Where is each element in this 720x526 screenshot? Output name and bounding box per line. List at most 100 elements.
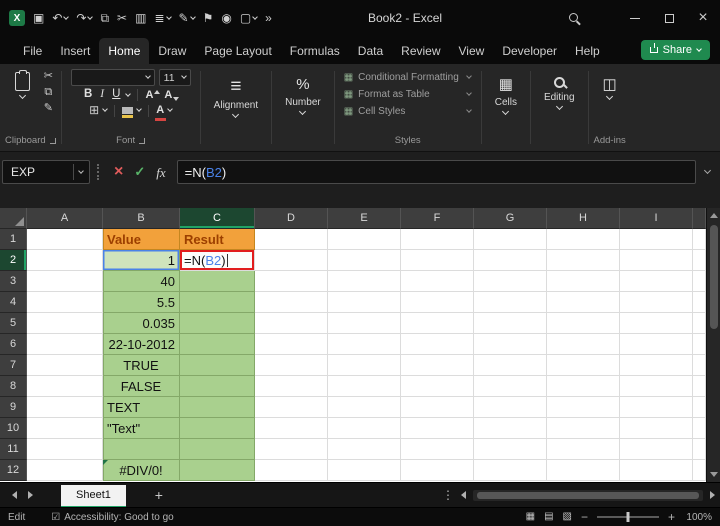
format-as-table-button[interactable]: Format as Table [340, 86, 476, 103]
cell-H5[interactable] [547, 313, 620, 334]
cell-J4[interactable] [693, 292, 706, 313]
column-header-I[interactable]: I [620, 208, 693, 229]
cell-J2[interactable] [693, 250, 706, 271]
zoom-slider[interactable] [596, 512, 659, 522]
cut-icon[interactable]: ✂ [117, 12, 127, 24]
cell-I6[interactable] [620, 334, 693, 355]
row-header-12[interactable]: 12 [0, 460, 27, 481]
ribbon-tab-review[interactable]: Review [392, 38, 449, 64]
cell-F2[interactable] [401, 250, 474, 271]
flag-icon[interactable]: ⚑ [203, 12, 214, 24]
accessibility-checker[interactable]: Accessibility: Good to go [51, 512, 174, 523]
cell-C11[interactable] [180, 439, 255, 460]
cell-E2[interactable] [328, 250, 401, 271]
ribbon-tab-page-layout[interactable]: Page Layout [195, 38, 280, 64]
cancel-button[interactable] [114, 163, 123, 181]
cell-E1[interactable] [328, 229, 401, 250]
cell-G4[interactable] [474, 292, 547, 313]
scroll-up-button[interactable] [707, 208, 720, 223]
cell-D3[interactable] [255, 271, 328, 292]
cell-H9[interactable] [547, 397, 620, 418]
cell-F7[interactable] [401, 355, 474, 376]
insert-function-button[interactable]: fx [156, 166, 165, 179]
more-options-icon[interactable] [442, 486, 454, 504]
cell-J7[interactable] [693, 355, 706, 376]
cell-H12[interactable] [547, 460, 620, 481]
column-header-D[interactable]: D [255, 208, 328, 229]
number-menu-button[interactable]: Number [277, 69, 329, 116]
cell-F8[interactable] [401, 376, 474, 397]
cell-C7[interactable] [180, 355, 255, 376]
ribbon-tab-file[interactable]: File [14, 38, 51, 64]
column-header-A[interactable]: A [27, 208, 103, 229]
cell-H11[interactable] [547, 439, 620, 460]
ribbon-tab-view[interactable]: View [450, 38, 494, 64]
cell-I7[interactable] [620, 355, 693, 376]
maximize-button[interactable] [652, 0, 686, 36]
row-header-5[interactable]: 5 [0, 313, 27, 334]
fill-color-button[interactable] [122, 107, 134, 119]
excel-logo-icon[interactable]: X [9, 10, 25, 26]
cell-A4[interactable] [27, 292, 103, 313]
ribbon-tab-home[interactable]: Home [99, 38, 150, 64]
row-header-1[interactable]: 1 [0, 229, 27, 250]
cell-J11[interactable] [693, 439, 706, 460]
cell-G3[interactable] [474, 271, 547, 292]
cell-A12[interactable] [27, 460, 103, 481]
cell-E4[interactable] [328, 292, 401, 313]
cell-G5[interactable] [474, 313, 547, 334]
cell-I12[interactable] [620, 460, 693, 481]
cell-D9[interactable] [255, 397, 328, 418]
share-button[interactable]: Share [640, 40, 710, 60]
addins-button[interactable] [595, 69, 625, 101]
cell-D10[interactable] [255, 418, 328, 439]
zoom-out-button[interactable] [581, 510, 588, 524]
row-header-8[interactable]: 8 [0, 376, 27, 397]
cell-D8[interactable] [255, 376, 328, 397]
decrease-font-size-button[interactable] [164, 90, 180, 101]
sheet-tab-sheet1[interactable]: Sheet1 [61, 484, 126, 508]
cell-A2[interactable] [27, 250, 103, 271]
vertical-scrollbar[interactable] [706, 208, 720, 482]
bold-button[interactable]: B [82, 89, 94, 101]
cell-F10[interactable] [401, 418, 474, 439]
cell-C9[interactable] [180, 397, 255, 418]
cell-I3[interactable] [620, 271, 693, 292]
cell-D5[interactable] [255, 313, 328, 334]
database-icon[interactable]: ≣ [154, 12, 172, 24]
next-sheet-button[interactable] [28, 491, 33, 499]
cell-I1[interactable] [620, 229, 693, 250]
scroll-down-button[interactable] [707, 467, 720, 482]
close-button[interactable] [686, 0, 720, 36]
cell-I9[interactable] [620, 397, 693, 418]
cell-E6[interactable] [328, 334, 401, 355]
zoom-slider-thumb[interactable] [626, 512, 630, 522]
page-layout-view-button[interactable] [544, 512, 553, 522]
cell-A9[interactable] [27, 397, 103, 418]
minimize-button[interactable] [618, 0, 652, 36]
cell-B12[interactable]: #DIV/0! [103, 460, 180, 481]
cell-B1[interactable]: Value [103, 229, 180, 250]
cell-G7[interactable] [474, 355, 547, 376]
cell-D2[interactable] [255, 250, 328, 271]
previous-sheet-button[interactable] [12, 491, 17, 499]
page-break-view-button[interactable] [563, 512, 572, 522]
ribbon-tab-formulas[interactable]: Formulas [281, 38, 349, 64]
cell-F9[interactable] [401, 397, 474, 418]
horizontal-scrollbar[interactable] [473, 489, 703, 501]
cell-E9[interactable] [328, 397, 401, 418]
column-header-F[interactable]: F [401, 208, 474, 229]
cells-menu-button[interactable]: Cells [487, 69, 525, 116]
cut-button[interactable] [44, 70, 53, 82]
editing-menu-button[interactable]: Editing [536, 69, 583, 111]
copy-button[interactable] [44, 86, 52, 98]
underline-button[interactable]: U [110, 89, 122, 101]
cell-G2[interactable] [474, 250, 547, 271]
chevron-down-icon[interactable] [125, 90, 132, 97]
formula-input[interactable]: =N(B2) [176, 160, 696, 184]
cell-A7[interactable] [27, 355, 103, 376]
cell-I4[interactable] [620, 292, 693, 313]
row-header-11[interactable]: 11 [0, 439, 27, 460]
cell-B3[interactable]: 40 [103, 271, 180, 292]
cell-D7[interactable] [255, 355, 328, 376]
